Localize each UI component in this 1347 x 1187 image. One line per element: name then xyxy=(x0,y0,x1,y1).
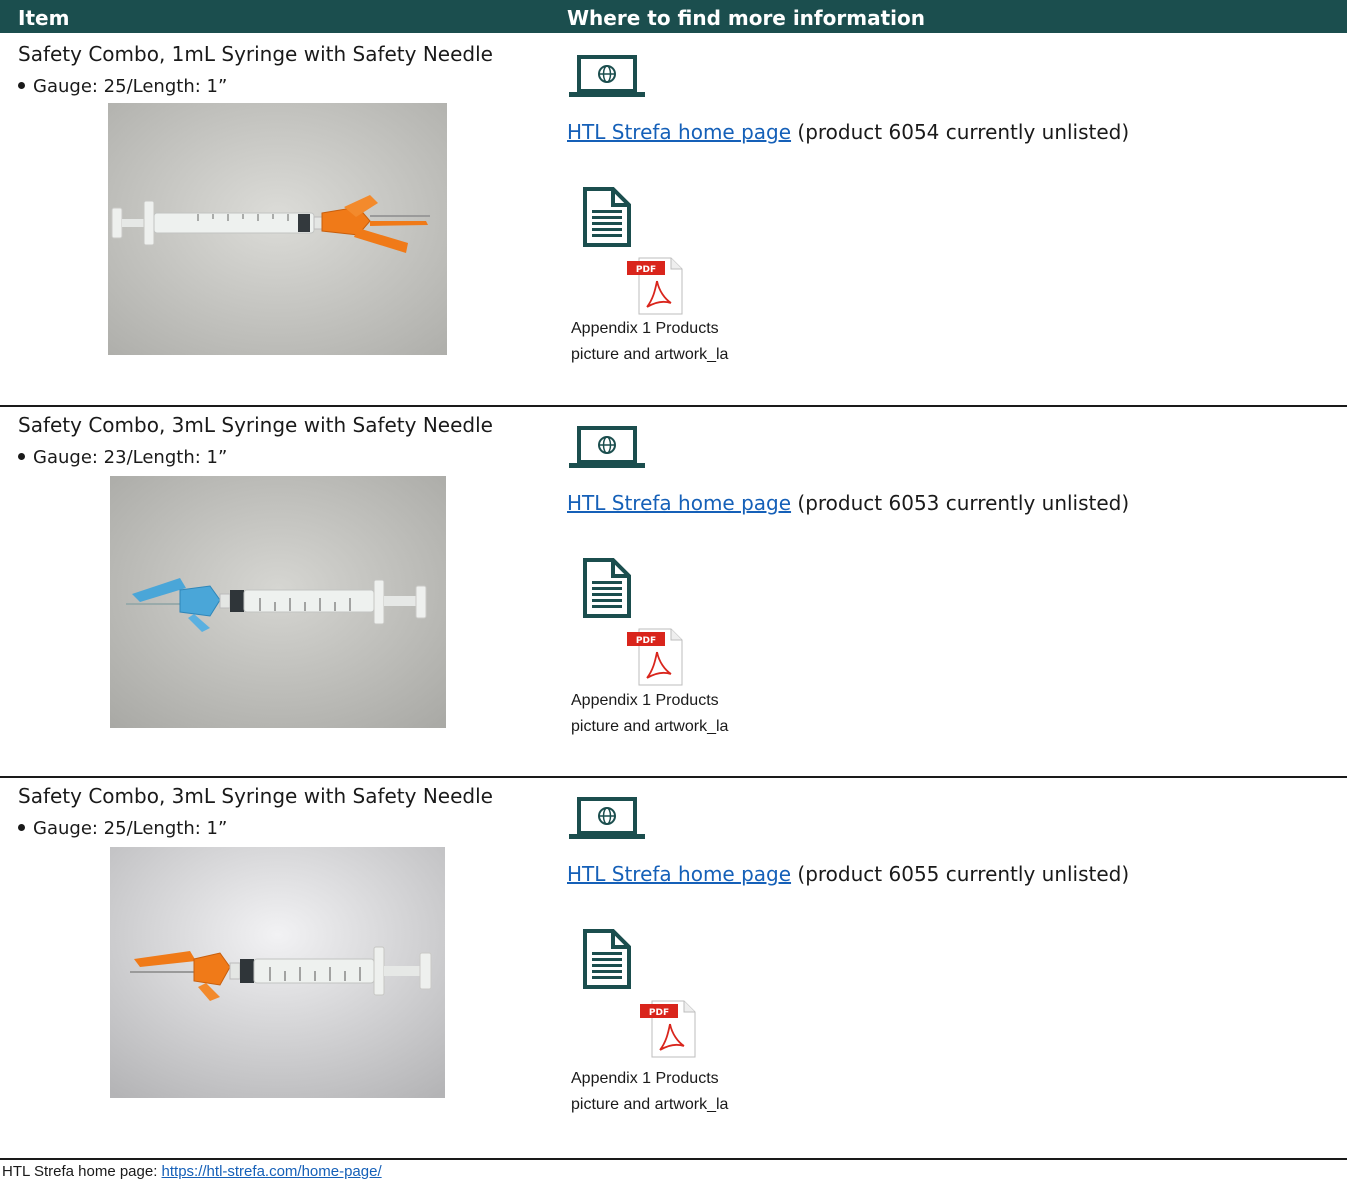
footer-url-link[interactable]: https://htl-strefa.com/home-page/ xyxy=(162,1163,382,1180)
column-header-info: Where to find more information xyxy=(567,6,925,30)
htl-home-link[interactable]: HTL Strefa home page xyxy=(567,862,791,886)
pdf-label: PDF xyxy=(649,1008,669,1018)
pdf-caption: Appendix 1 Products picture and artwork_… xyxy=(571,688,751,740)
info-line: HTL Strefa home page (product 6055 curre… xyxy=(567,862,1129,886)
pdf-caption-line: Appendix 1 Products xyxy=(571,692,719,709)
htl-home-link[interactable]: HTL Strefa home page xyxy=(567,120,791,144)
gauge-bullet: Gauge: 25/Length: 1” xyxy=(18,818,227,839)
item-title: Safety Combo, 1mL Syringe with Safety Ne… xyxy=(18,42,493,66)
pdf-caption-line: picture and artwork_la xyxy=(571,1096,729,1113)
document-icon xyxy=(583,187,631,247)
pdf-file-icon[interactable]: PDF xyxy=(627,628,683,686)
laptop-globe-icon xyxy=(569,55,645,97)
gauge-text: Gauge: 25/Length: 1” xyxy=(33,76,228,97)
pdf-file-icon[interactable]: PDF xyxy=(640,1000,696,1058)
info-line: HTL Strefa home page (product 6053 curre… xyxy=(567,491,1129,515)
htl-home-link[interactable]: HTL Strefa home page xyxy=(567,491,791,515)
product-note: (product 6054 currently unlisted) xyxy=(791,120,1130,144)
gauge-text: Gauge: 23/Length: 1” xyxy=(33,447,228,468)
row-divider xyxy=(0,1158,1347,1160)
table-header: Item Where to find more information xyxy=(0,0,1347,33)
gauge-bullet: Gauge: 25/Length: 1” xyxy=(18,76,227,97)
pdf-caption: Appendix 1 Products picture and artwork_… xyxy=(571,316,751,368)
syringe-photo xyxy=(110,476,446,728)
syringe-photo xyxy=(110,847,445,1098)
laptop-globe-icon xyxy=(569,797,645,839)
laptop-globe-icon xyxy=(569,426,645,468)
pdf-caption-line: picture and artwork_la xyxy=(571,346,729,363)
bullet-icon xyxy=(18,824,25,831)
info-line: HTL Strefa home page (product 6054 curre… xyxy=(567,120,1129,144)
column-header-item: Item xyxy=(18,6,70,30)
product-note: (product 6053 currently unlisted) xyxy=(791,491,1130,515)
footer-note: HTL Strefa home page: https://htl-strefa… xyxy=(2,1163,382,1180)
document-icon xyxy=(583,558,631,618)
gauge-bullet: Gauge: 23/Length: 1” xyxy=(18,447,227,468)
product-note: (product 6055 currently unlisted) xyxy=(791,862,1130,886)
pdf-label: PDF xyxy=(636,265,656,275)
pdf-label: PDF xyxy=(636,636,656,646)
document-icon xyxy=(583,929,631,989)
bullet-icon xyxy=(18,453,25,460)
bullet-icon xyxy=(18,82,25,89)
item-title: Safety Combo, 3mL Syringe with Safety Ne… xyxy=(18,413,493,437)
pdf-caption-line: Appendix 1 Products xyxy=(571,320,719,337)
syringe-photo xyxy=(108,103,447,355)
footer-label: HTL Strefa home page: xyxy=(2,1163,162,1180)
pdf-caption: Appendix 1 Products picture and artwork_… xyxy=(571,1066,751,1118)
pdf-file-icon[interactable]: PDF xyxy=(627,257,683,315)
pdf-caption-line: Appendix 1 Products xyxy=(571,1070,719,1087)
pdf-caption-line: picture and artwork_la xyxy=(571,718,729,735)
row-divider xyxy=(0,776,1347,778)
item-title: Safety Combo, 3mL Syringe with Safety Ne… xyxy=(18,784,493,808)
gauge-text: Gauge: 25/Length: 1” xyxy=(33,818,228,839)
row-divider xyxy=(0,405,1347,407)
